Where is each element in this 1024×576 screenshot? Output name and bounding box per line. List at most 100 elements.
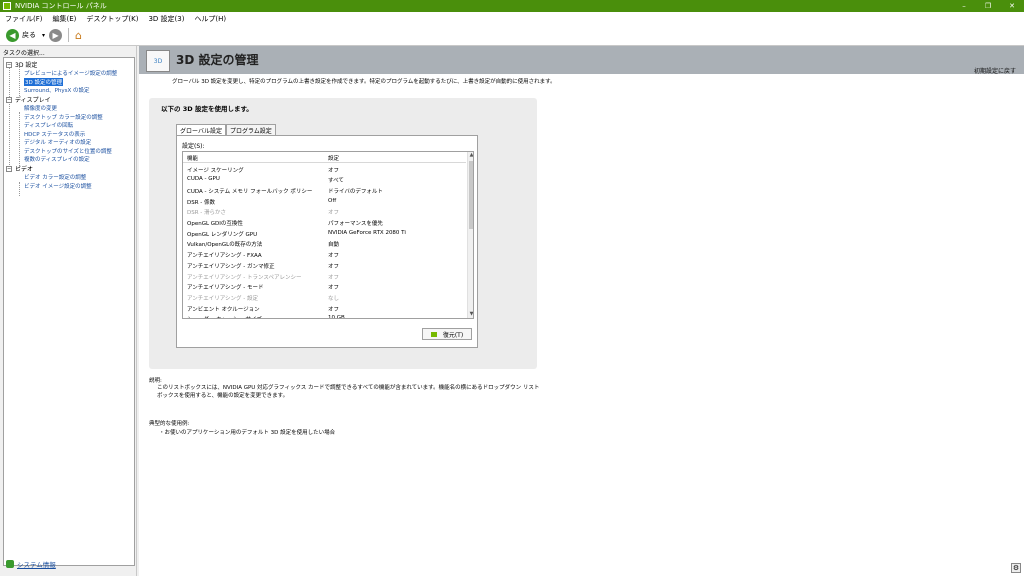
tree-category-video[interactable]: − ビデオ (6, 164, 33, 173)
setting-row[interactable]: Vulkan/OpenGLの既存の方法 自動 (183, 238, 466, 249)
setting-row[interactable]: CUDA - システム メモリ フォールバック ポリシー ドライバのデフォルト (183, 185, 466, 196)
setting-value[interactable]: オフ (328, 251, 339, 259)
column-header-feature: 機能 (187, 156, 199, 162)
settings-gear-icon[interactable]: ⚙ (1011, 563, 1021, 573)
setting-row[interactable]: シェーダー キャッシュ サイズ 10 GB (183, 313, 466, 318)
setting-row[interactable]: アンチエイリアシング - モード オフ (183, 281, 466, 292)
setting-value[interactable]: Off (328, 198, 336, 204)
setting-feature-name: CUDA - GPU (187, 176, 220, 183)
tree-item-desktop-size-position[interactable]: デスクトップのサイズと位置の調整 (24, 147, 112, 155)
setting-value[interactable]: なし (328, 294, 339, 302)
nvidia-app-icon (3, 2, 11, 10)
menu-help[interactable]: ヘルプ(H) (189, 14, 231, 24)
forward-arrow-icon[interactable]: ▶ (49, 28, 63, 42)
tree-item-video-color[interactable]: ビデオ カラー設定の調整 (24, 173, 86, 181)
tree-item-digital-audio[interactable]: デジタル オーディオの設定 (24, 138, 91, 146)
back-button[interactable]: 戻る (22, 30, 36, 40)
system-info-label: システム情報 (17, 561, 56, 569)
tree-item-hdcp-status[interactable]: HDCP ステータスの表示 (24, 130, 85, 138)
menu-desktop[interactable]: デスクトップ(K) (81, 14, 143, 24)
setting-row[interactable]: OpenGL レンダリング GPU NVIDIA GeForce RTX 2080… (183, 228, 466, 239)
menu-bar: ファイル(F) 編集(E) デスクトップ(K) 3D 設定(3) ヘルプ(H) (0, 12, 1024, 25)
setting-row[interactable]: アンチエイリアシング - 設定 なし (183, 292, 466, 303)
setting-row[interactable]: DSR - 係数 Off (183, 196, 466, 207)
setting-feature-name: アンチエイリアシング - ガンマ修正 (187, 263, 275, 270)
nvidia-logo-icon (430, 331, 437, 337)
description-title: 説明: (149, 378, 162, 384)
back-arrow-icon[interactable]: ◀ (6, 28, 19, 42)
tree-connector (19, 182, 20, 196)
3d-settings-icon: 3D (146, 50, 170, 72)
setting-row[interactable]: アンチエイリアシング - FXAA オフ (183, 249, 466, 260)
scroll-up-icon[interactable]: ▲ (468, 152, 473, 159)
history-dropdown-icon[interactable]: ▾ (42, 32, 45, 39)
task-label: タスクの選択... (3, 50, 45, 57)
toolbar: ◀ 戻る ▾ ▶ ⌂ (0, 25, 1024, 46)
setting-feature-name: イメージ スケーリング (187, 167, 244, 174)
setting-row[interactable]: アンチエイリアシング - ガンマ修正 オフ (183, 260, 466, 271)
tree-category-label: 3D 設定 (15, 62, 38, 69)
tree-item-multiple-displays[interactable]: 複数のディスプレイの設定 (24, 155, 90, 163)
setting-value[interactable]: すべて (328, 176, 344, 184)
tree-item-surround-physx[interactable]: Surround、PhysX の設定 (24, 86, 90, 94)
setting-row[interactable]: アンチエイリアシング - トランスペアレンシー オフ (183, 271, 466, 282)
settings-list: 機能 設定 イメージ スケーリング オフ CUDA - GPU すべて CUDA - シ… (182, 151, 474, 319)
setting-value[interactable]: オフ (328, 208, 339, 216)
main-content: 3D 3D 設定の管理 初期設定に戻す グローバル 3D 設定を変更し、特定のプ… (139, 46, 1024, 576)
tree-item-manage-3d-settings[interactable]: 3D 設定の管理 (24, 77, 63, 86)
setting-row[interactable]: OpenGL GDIの互換性 パフォーマンスを優先 (183, 217, 466, 228)
panel-heading: 以下の 3D 設定を使用します。 (161, 105, 253, 113)
page-description: グローバル 3D 設定を変更し、特定のプログラムの上書き設定を作成できます。特定… (172, 79, 556, 85)
system-info-icon (6, 560, 14, 568)
collapse-toggle-icon[interactable]: − (6, 165, 12, 172)
minimize-button[interactable]: – (952, 0, 976, 12)
setting-value[interactable]: オフ (328, 262, 339, 270)
tree-item-rotate-display[interactable]: ディスプレイの回転 (24, 121, 73, 129)
collapse-toggle-icon[interactable]: − (6, 96, 12, 103)
tree-category-label: ビデオ (15, 166, 34, 173)
tree-item-change-resolution[interactable]: 解像度の変更 (24, 104, 57, 112)
tree-item-preview-image-settings[interactable]: プレビューによるイメージ設定の調整 (24, 69, 117, 77)
home-icon[interactable]: ⌂ (75, 29, 82, 42)
setting-feature-name: アンチエイリアシング - FXAA (187, 253, 262, 260)
system-info-link[interactable]: システム情報 (6, 559, 56, 569)
setting-row[interactable]: DSR - 滑らかさ オフ (183, 206, 466, 217)
setting-value[interactable]: オフ (328, 305, 339, 313)
setting-row[interactable]: CUDA - GPU すべて (183, 174, 466, 185)
maximize-button[interactable]: ❐ (976, 0, 1000, 12)
close-button[interactable]: ✕ (1000, 0, 1024, 12)
usage-title: 典型的な使用例: (149, 421, 190, 427)
tree-connector (9, 67, 10, 169)
setting-value[interactable]: オフ (328, 273, 339, 281)
setting-value[interactable]: NVIDIA GeForce RTX 2080 Ti (328, 230, 406, 236)
setting-feature-name: アンチエイリアシング - モード (187, 285, 264, 292)
setting-row[interactable]: アンビエント オクルージョン オフ (183, 303, 466, 314)
setting-row[interactable]: イメージ スケーリング オフ (183, 164, 466, 175)
tree-item-video-image[interactable]: ビデオ イメージ設定の調整 (24, 182, 92, 190)
tree-item-desktop-color[interactable]: デスクトップ カラー設定の調整 (24, 113, 103, 121)
setting-value[interactable]: パフォーマンスを優先 (328, 219, 383, 227)
collapse-toggle-icon[interactable]: − (6, 61, 12, 68)
setting-feature-name: CUDA - システム メモリ フォールバック ポリシー (187, 188, 313, 195)
setting-feature-name: アンビエント オクルージョン (187, 306, 260, 313)
scroll-down-icon[interactable]: ▼ (468, 311, 473, 318)
setting-value[interactable]: 10 GB (328, 315, 345, 318)
list-scrollbar[interactable]: ▲ ▼ (467, 152, 473, 318)
list-header: 機能 設定 (183, 152, 466, 163)
tree-category-display[interactable]: − ディスプレイ (6, 95, 51, 104)
restore-button-label: 復元(T) (442, 331, 464, 339)
tab-content: 設定(S): 機能 設定 イメージ スケーリング オフ CUDA - GPU すべて C… (176, 135, 478, 348)
scroll-thumb[interactable] (469, 161, 473, 229)
setting-feature-name: DSR - 滑らかさ (187, 210, 227, 217)
menu-3d-settings[interactable]: 3D 設定(3) (143, 14, 189, 24)
setting-value[interactable]: ドライバのデフォルト (328, 187, 383, 195)
menu-edit[interactable]: 編集(E) (48, 14, 82, 24)
setting-feature-name: Vulkan/OpenGLの既存の方法 (187, 242, 263, 249)
restore-button[interactable]: 復元(T) (422, 328, 472, 340)
setting-value[interactable]: オフ (328, 283, 339, 291)
restore-defaults-link[interactable]: 初期設定に戻す (974, 66, 1016, 75)
setting-value[interactable]: オフ (328, 166, 339, 174)
setting-value[interactable]: 自動 (328, 240, 339, 248)
menu-file[interactable]: ファイル(F) (0, 14, 48, 24)
tree-category-3d-settings[interactable]: − 3D 設定 (6, 60, 37, 69)
